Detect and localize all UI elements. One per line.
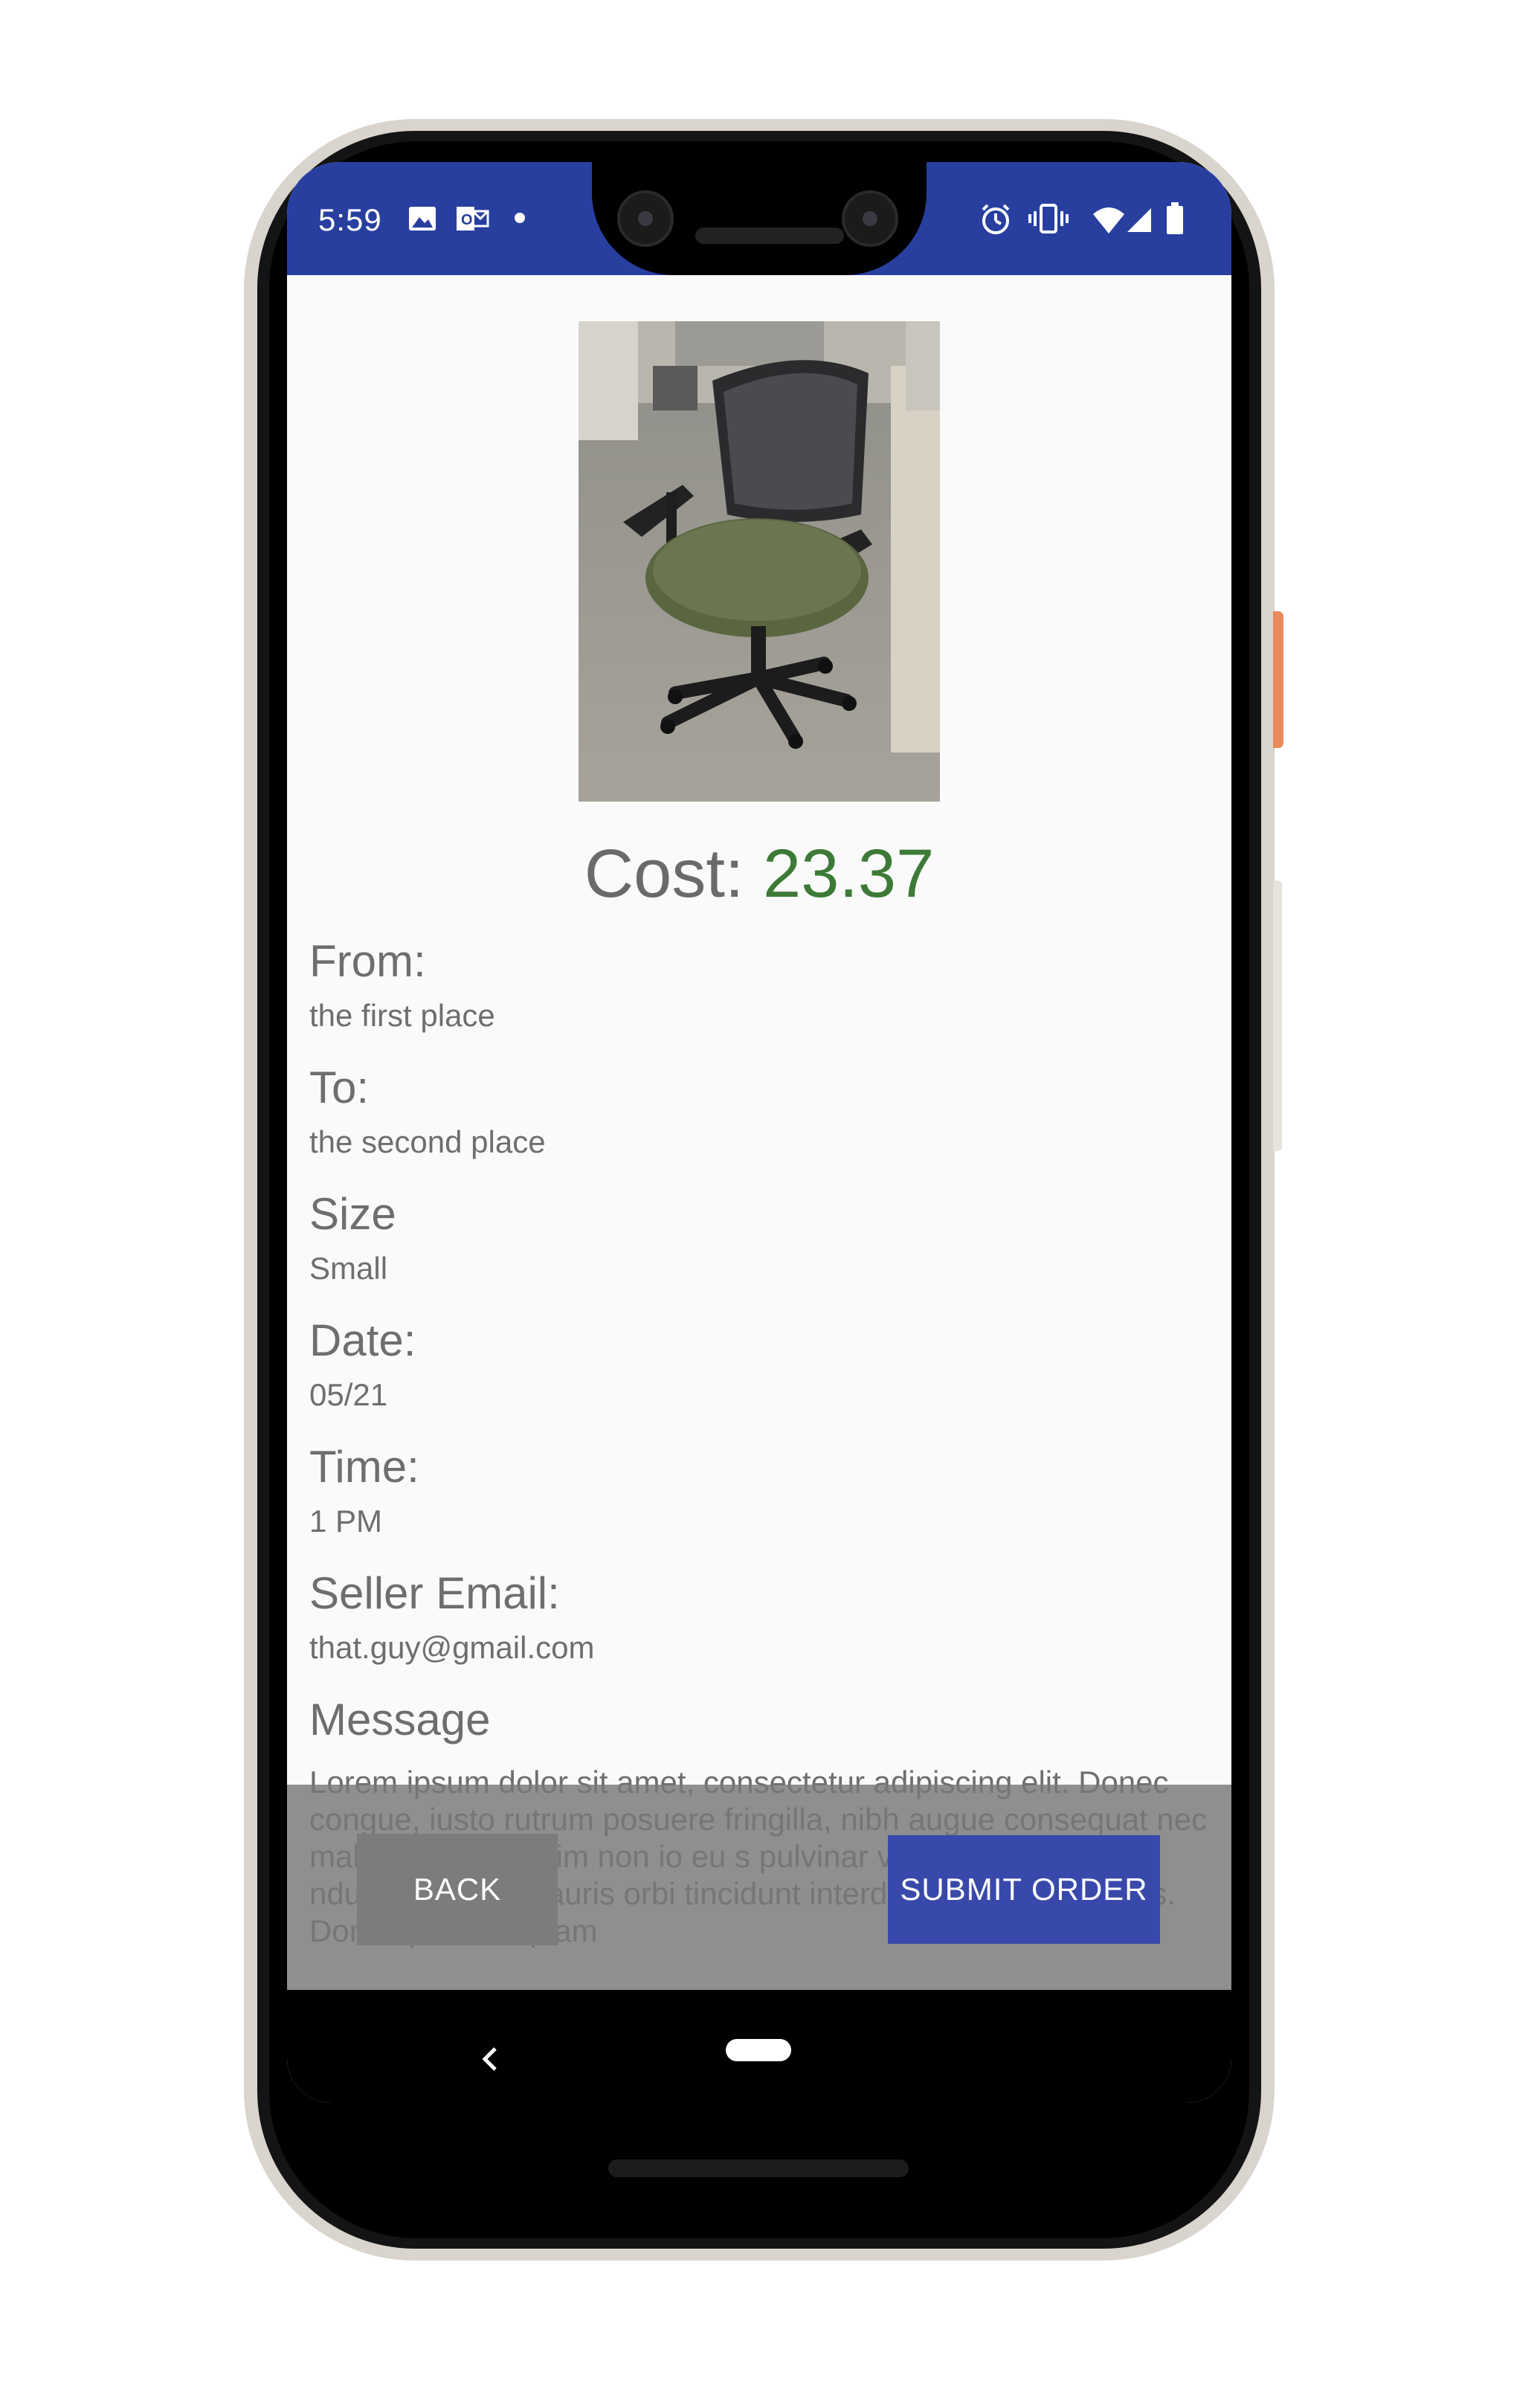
time-label: Time: (309, 1442, 419, 1492)
earpiece-speaker (695, 228, 844, 244)
product-image (579, 321, 940, 802)
battery-icon (1166, 202, 1184, 239)
date-value: 05/21 (309, 1377, 388, 1412)
to-label: To: (309, 1063, 370, 1112)
volume-button (1273, 880, 1282, 1151)
signal-icon (1126, 207, 1153, 237)
svg-text:O: O (461, 212, 473, 228)
seller-email-label: Seller Email: (309, 1568, 560, 1618)
power-button (1273, 611, 1283, 748)
home-pill-icon[interactable] (726, 2039, 791, 2061)
from-label: From: (309, 936, 426, 986)
cost-line: Cost: 23.37 (287, 835, 1231, 913)
chevron-left-icon[interactable] (479, 2042, 501, 2082)
image-icon (407, 205, 437, 236)
cost-label: Cost: (584, 836, 744, 912)
cost-value: 23.37 (763, 836, 935, 912)
date-label: Date: (309, 1315, 416, 1365)
size-value: Small (309, 1251, 388, 1286)
submit-order-button[interactable]: SUBMIT ORDER (888, 1835, 1160, 1944)
screen: 5:59 O Cost: 23.37 From: the first place… (287, 162, 1231, 2103)
alarm-icon (979, 202, 1013, 240)
from-value: the first place (309, 998, 495, 1033)
dot-icon (515, 213, 525, 223)
bottom-speaker (608, 2159, 909, 2177)
outlook-icon: O (455, 204, 489, 237)
front-camera-right (842, 190, 898, 247)
size-label: Size (309, 1189, 396, 1239)
time-value: 1 PM (309, 1504, 383, 1539)
back-button[interactable]: BACK (357, 1834, 558, 1945)
front-camera-left (617, 190, 674, 247)
message-label: Message (309, 1695, 491, 1744)
seller-email-value: that.guy@gmail.com (309, 1630, 595, 1665)
to-value: the second place (309, 1124, 546, 1159)
wifi-icon (1092, 205, 1126, 239)
vibrate-icon (1028, 202, 1069, 239)
status-time: 5:59 (318, 202, 382, 237)
